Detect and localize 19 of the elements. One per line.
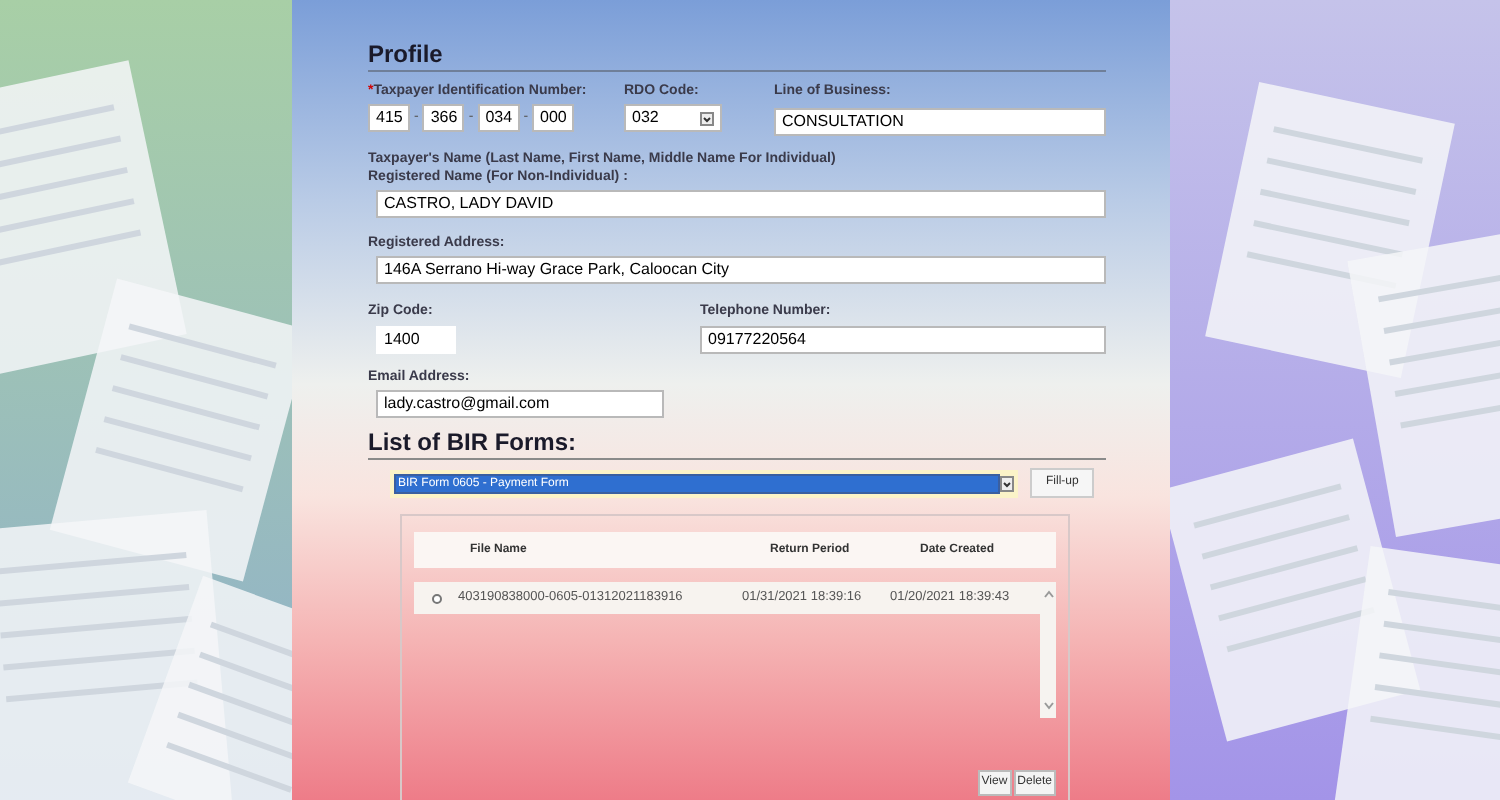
radio-button[interactable] <box>431 593 441 603</box>
scroll-down-icon[interactable] <box>1043 702 1053 710</box>
section-title: Profile <box>368 40 1106 72</box>
input-field[interactable]: lady.castro@gmail.com <box>376 390 664 418</box>
scroll-up-icon[interactable] <box>1043 590 1053 598</box>
input-field[interactable]: 09177220564 <box>700 326 1106 354</box>
tin-field[interactable]: 415 <box>368 104 410 132</box>
scrollbar[interactable] <box>1040 582 1056 718</box>
rdo-select[interactable]: 032 <box>624 104 722 132</box>
tin-field[interactable]: 366 <box>422 104 465 132</box>
section-title: List of BIR Forms: <box>368 428 1106 460</box>
input-field[interactable]: 146A Serrano Hi-way Grace Park, Caloocan City <box>376 256 1106 284</box>
dropdown-icon <box>700 111 714 125</box>
input-field[interactable]: 1400 <box>376 326 456 354</box>
input-field[interactable]: CONSULTATION <box>774 108 1106 136</box>
tin-field[interactable]: 000 <box>532 104 575 132</box>
input-field[interactable]: CASTRO, LADY DAVID <box>376 190 1106 218</box>
dropdown-icon <box>1000 475 1014 491</box>
tin-field[interactable]: 034 <box>477 104 520 132</box>
